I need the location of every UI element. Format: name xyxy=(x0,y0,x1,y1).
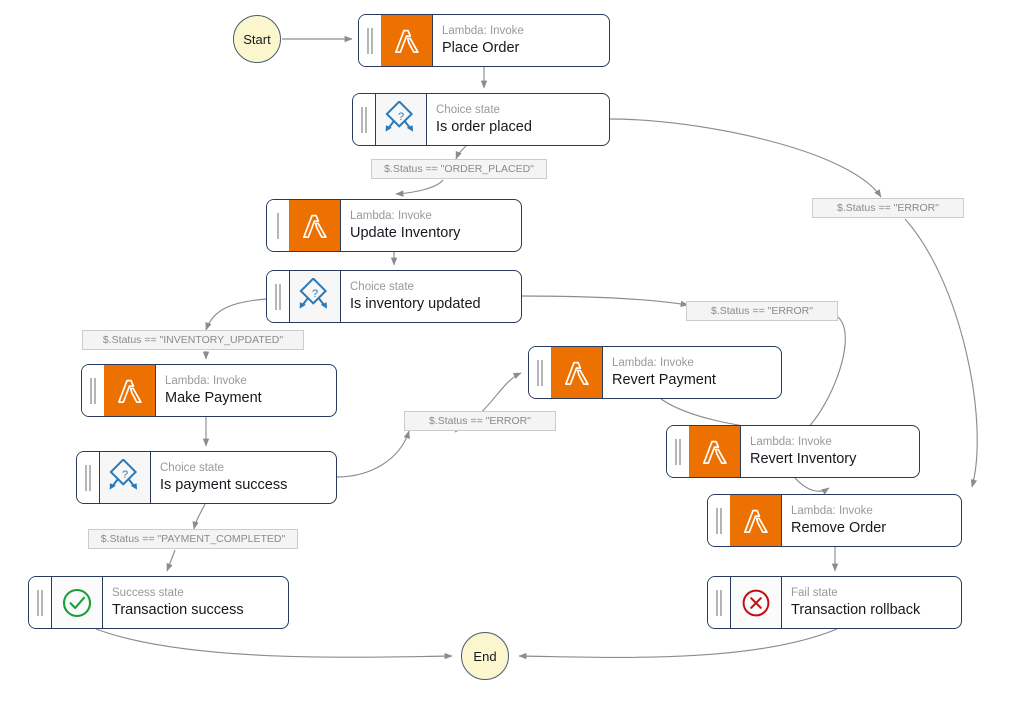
start-node-label: Start xyxy=(243,31,271,47)
svg-text:?: ? xyxy=(312,288,318,300)
end-node-label: End xyxy=(473,648,497,664)
end-node[interactable]: End xyxy=(461,632,509,680)
lambda-icon xyxy=(689,426,741,477)
edge-label-payment-completed: $.Status == "PAYMENT_COMPLETED" xyxy=(88,529,298,549)
state-kind: Lambda: Invoke xyxy=(791,504,873,517)
state-kind: Lambda: Invoke xyxy=(750,435,832,448)
state-name: Update Inventory xyxy=(350,224,461,241)
edge-is-payment-success-to-label-payment-completed xyxy=(192,503,206,530)
choice-diamond-icon: ? xyxy=(375,94,427,145)
edge-label-payment-completed-to-transaction-success xyxy=(166,549,176,572)
state-node-update-inventory[interactable]: Lambda: Invoke Update Inventory xyxy=(266,199,522,252)
state-node-is-inventory-updated[interactable]: ? Choice state Is inventory updated xyxy=(266,270,522,323)
lambda-icon xyxy=(730,495,782,546)
drag-handle[interactable] xyxy=(708,495,730,546)
state-name: Transaction success xyxy=(112,601,244,618)
state-name: Is payment success xyxy=(160,476,288,493)
drag-handle[interactable] xyxy=(667,426,689,477)
state-name: Remove Order xyxy=(791,519,887,536)
state-kind: Success state xyxy=(112,586,184,599)
state-name: Is inventory updated xyxy=(350,295,481,312)
drag-handle[interactable] xyxy=(267,200,289,251)
check-circle-icon xyxy=(51,577,103,628)
state-kind: Choice state xyxy=(350,280,414,293)
state-kind: Lambda: Invoke xyxy=(165,374,247,387)
drag-handle[interactable] xyxy=(353,94,375,145)
edge-is-order-placed-to-label-order-error xyxy=(609,118,882,198)
edge-label-order-error: $.Status == "ERROR" xyxy=(812,198,964,218)
lambda-icon xyxy=(289,200,341,251)
state-kind: Choice state xyxy=(436,103,500,116)
drag-handle[interactable] xyxy=(77,452,99,503)
start-node[interactable]: Start xyxy=(233,15,281,63)
state-node-is-payment-success[interactable]: ? Choice state Is payment success xyxy=(76,451,337,504)
state-kind: Choice state xyxy=(160,461,224,474)
edge-revert-inventory-to-remove-order xyxy=(794,477,830,495)
x-circle-icon xyxy=(730,577,782,628)
state-kind: Lambda: Invoke xyxy=(350,209,432,222)
drag-handle[interactable] xyxy=(708,577,730,628)
workflow-canvas[interactable]: Start End Lambda: Invoke Place Order ? C… xyxy=(0,0,1016,706)
state-node-transaction-rollback[interactable]: Fail state Transaction rollback xyxy=(707,576,962,629)
edge-transaction-rollback-to-end xyxy=(518,628,838,660)
edge-label-order-placed: $.Status == "ORDER_PLACED" xyxy=(371,159,547,179)
state-kind: Lambda: Invoke xyxy=(612,356,694,369)
drag-handle[interactable] xyxy=(267,271,289,322)
edge-is-inventory-updated-to-label-inventory-updated xyxy=(205,298,267,331)
edge-is-order-placed-to-label-order-placed xyxy=(455,145,467,160)
state-node-transaction-success[interactable]: Success state Transaction success xyxy=(28,576,289,629)
state-node-is-order-placed[interactable]: ? Choice state Is order placed xyxy=(352,93,610,146)
state-kind: Lambda: Invoke xyxy=(442,24,524,37)
drag-handle[interactable] xyxy=(529,347,551,398)
edge-label-order-placed-to-update-inventory xyxy=(395,179,444,197)
svg-text:?: ? xyxy=(122,469,128,481)
drag-handle[interactable] xyxy=(29,577,51,628)
edge-transaction-success-to-end xyxy=(95,628,453,660)
edge-label-inventory-error-to-revert-inventory xyxy=(799,316,846,436)
edge-label-inventory-error: $.Status == "ERROR" xyxy=(686,301,838,321)
state-name: Is order placed xyxy=(436,118,532,135)
state-kind: Fail state xyxy=(791,586,838,599)
state-node-remove-order[interactable]: Lambda: Invoke Remove Order xyxy=(707,494,962,547)
edge-label-inventory-updated: $.Status == "INVENTORY_UPDATED" xyxy=(82,330,304,350)
state-node-revert-payment[interactable]: Lambda: Invoke Revert Payment xyxy=(528,346,782,399)
drag-handle[interactable] xyxy=(359,15,381,66)
state-node-make-payment[interactable]: Lambda: Invoke Make Payment xyxy=(81,364,337,417)
lambda-icon xyxy=(104,365,156,416)
choice-diamond-icon: ? xyxy=(99,452,151,503)
state-name: Transaction rollback xyxy=(791,601,921,618)
state-name: Revert Payment xyxy=(612,371,716,388)
state-node-place-order[interactable]: Lambda: Invoke Place Order xyxy=(358,14,610,67)
state-name: Make Payment xyxy=(165,389,262,406)
state-name: Revert Inventory xyxy=(750,450,857,467)
edge-is-inventory-updated-to-label-inventory-error xyxy=(521,295,689,308)
svg-text:?: ? xyxy=(398,111,404,123)
lambda-icon xyxy=(381,15,433,66)
choice-diamond-icon: ? xyxy=(289,271,341,322)
edge-label-payment-error: $.Status == "ERROR" xyxy=(404,411,556,431)
lambda-icon xyxy=(551,347,603,398)
state-name: Place Order xyxy=(442,39,520,56)
state-node-revert-inventory[interactable]: Lambda: Invoke Revert Inventory xyxy=(666,425,920,478)
drag-handle[interactable] xyxy=(82,365,104,416)
edge-is-payment-success-to-label-payment-error xyxy=(336,430,410,478)
